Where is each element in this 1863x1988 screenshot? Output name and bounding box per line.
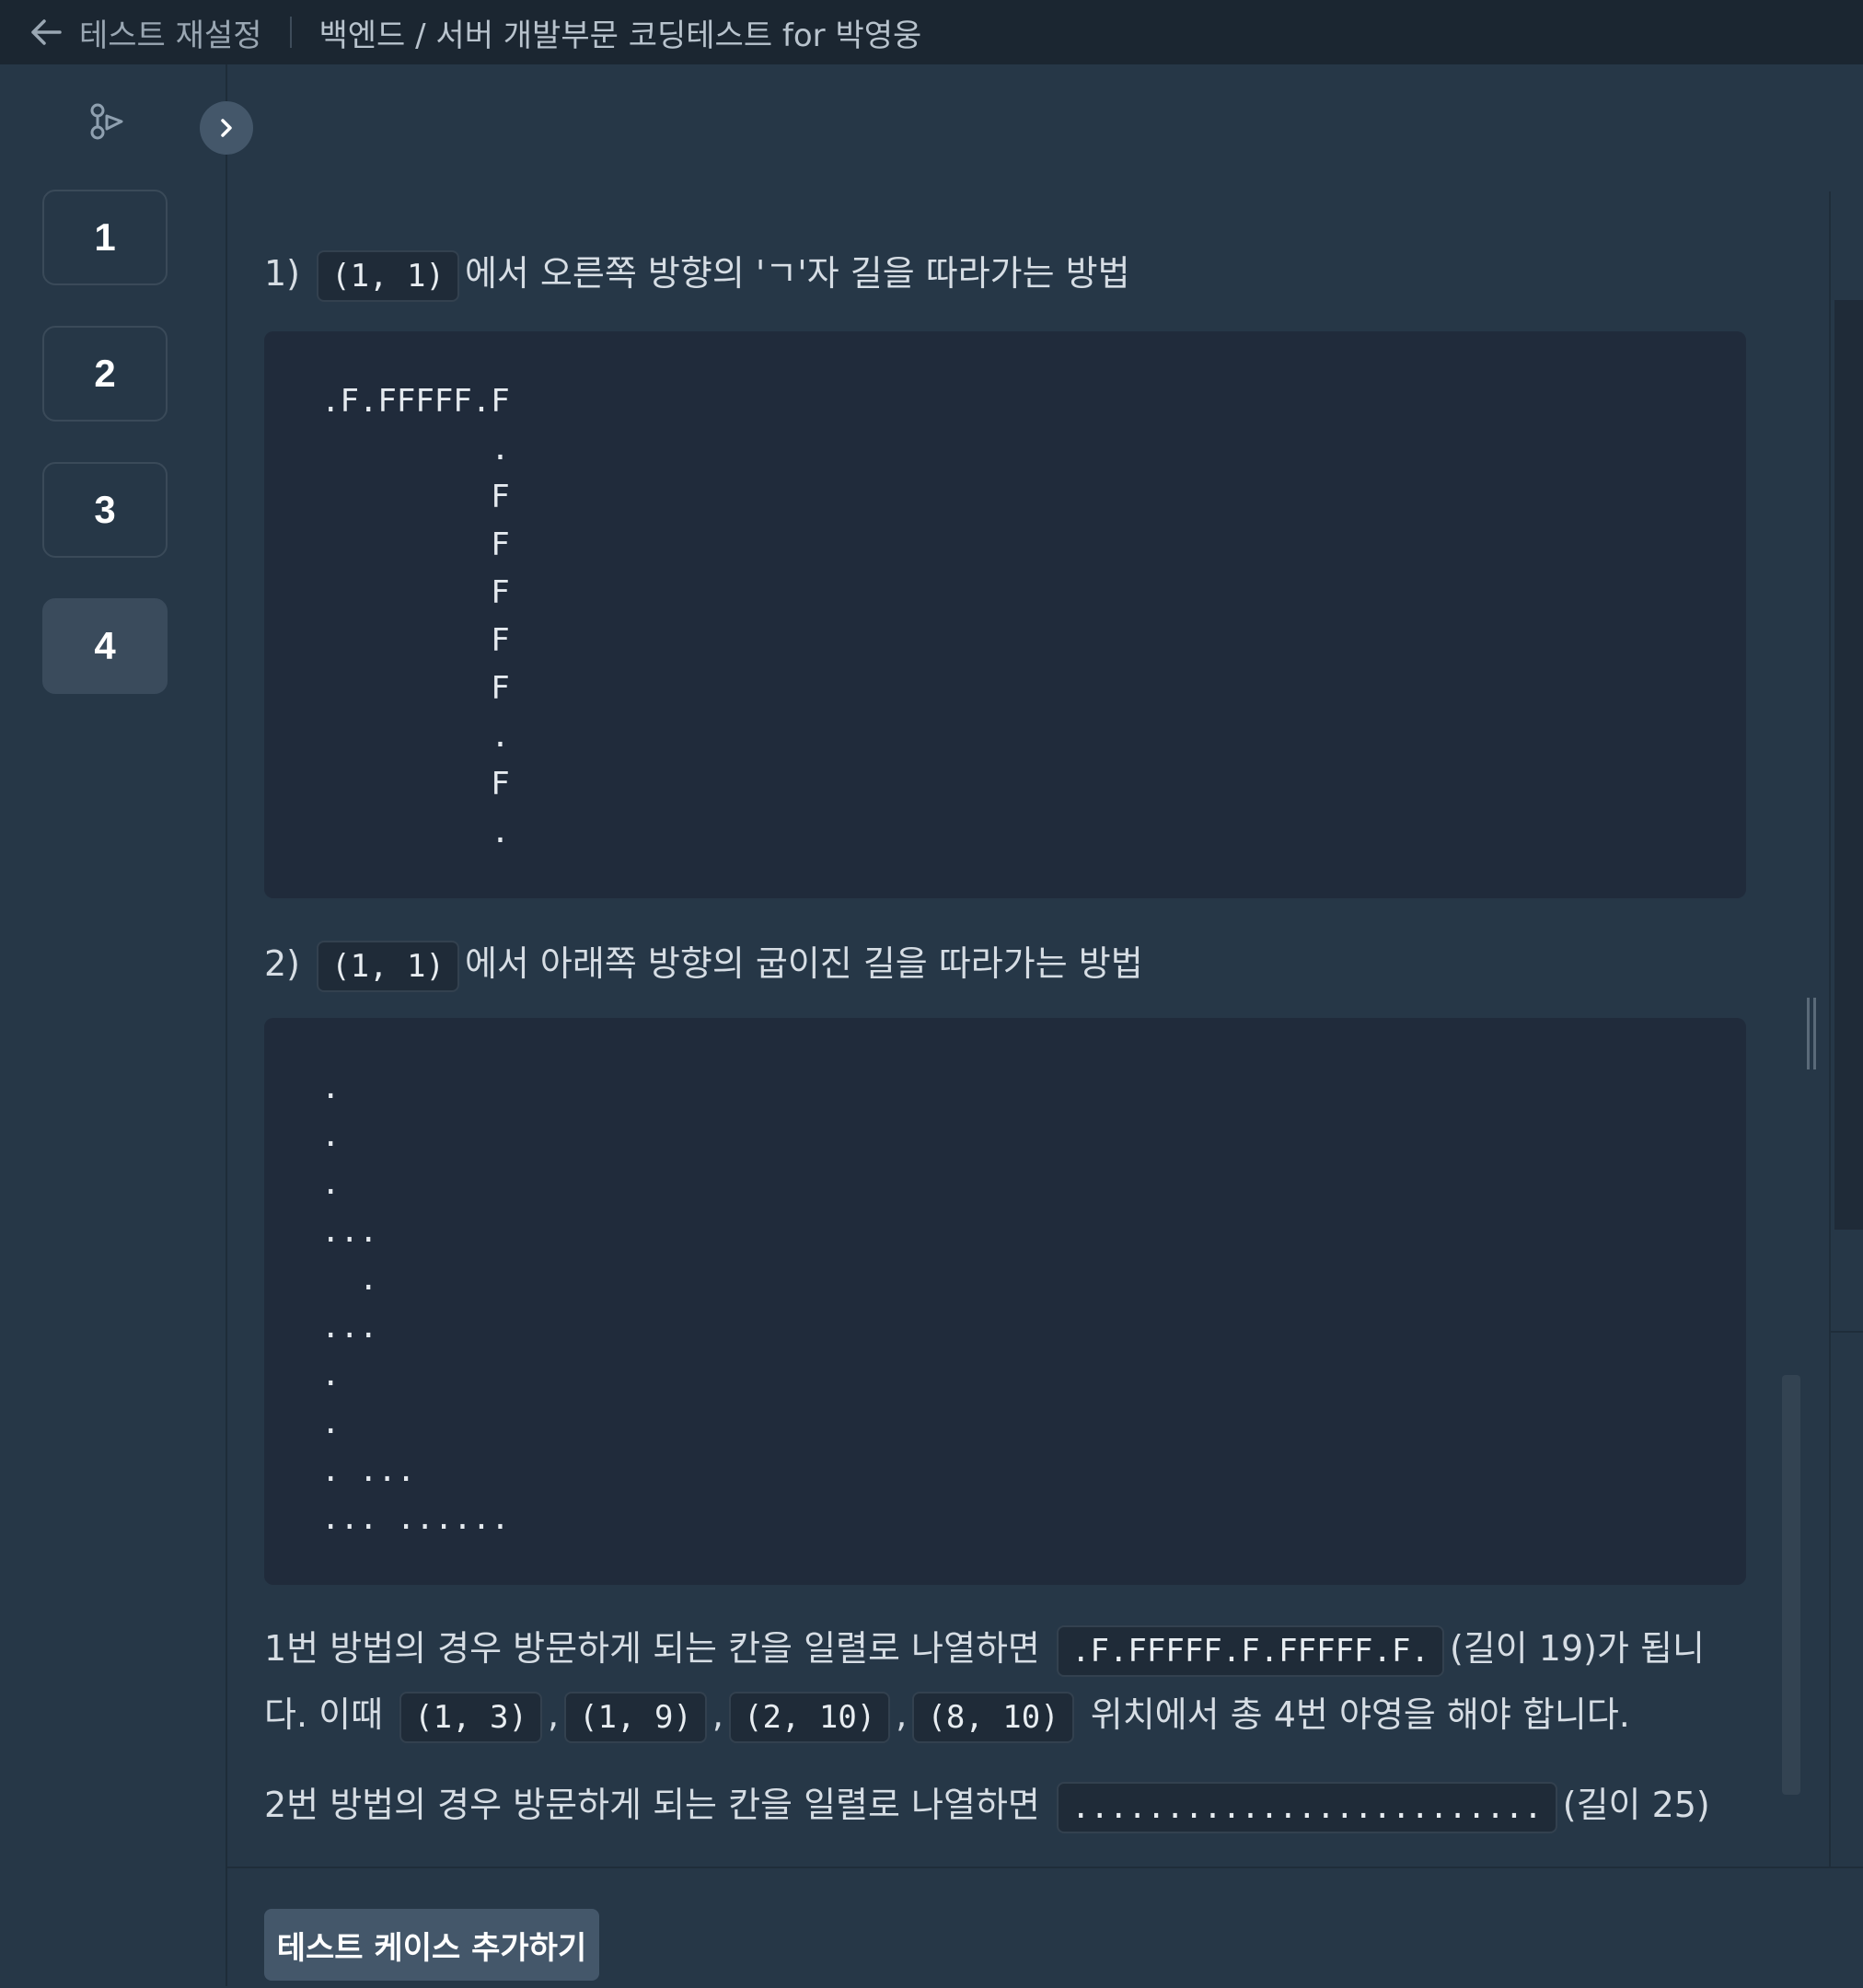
summary-text: 2번 방법의 경우 방문하게 되는 칸을 일렬로 나열하면: [264, 1785, 1040, 1825]
content-header: [227, 64, 1863, 193]
right-panel: [1829, 191, 1863, 1867]
question-3-button[interactable]: 3: [42, 462, 168, 558]
summary-text: 1번 방법의 경우 방문하게 되는 칸을 일렬로 나열하면: [264, 1628, 1040, 1669]
reset-test-link[interactable]: 테스트 재설정: [79, 10, 262, 55]
inline-code: .F.FFFFF.F.FFFFF.F.: [1057, 1624, 1444, 1677]
code-block-2: . . . ... . ... . . . ... ... ......: [264, 1018, 1746, 1585]
inline-code: (8, 10): [912, 1691, 1074, 1743]
add-testcase-button[interactable]: 테스트 케이스 추가하기: [264, 1909, 599, 1981]
inline-code: (2, 10): [728, 1691, 891, 1743]
inline-code: (1, 1): [317, 940, 459, 992]
problem-description: 1) (1, 1) 에서 오른쪽 방향의 'ㄱ'자 길을 따라가는 방법 .F.F…: [227, 191, 1829, 1867]
panel-resize-handle[interactable]: [1807, 998, 1818, 1069]
question-sidebar: 1 2 3 4: [0, 64, 227, 1986]
divider: [1831, 1331, 1863, 1333]
question-1-button[interactable]: 1: [42, 190, 168, 285]
bottom-bar: 테스트 케이스 추가하기: [227, 1867, 1863, 1988]
summary-text: (길이 25): [1562, 1785, 1710, 1825]
inline-code: (1, 9): [564, 1691, 707, 1743]
back-arrow-icon[interactable]: [29, 16, 63, 49]
summary-1-line-1: 1번 방법의 경우 방문하게 되는 칸을 일렬로 나열하면 .F.FFFFF.F…: [264, 1620, 1705, 1677]
method-2-text: 에서 아래쪽 방향의 굽이진 길을 따라가는 방법: [464, 943, 1143, 984]
method-1-line: 1) (1, 1) 에서 오른쪽 방향의 'ㄱ'자 길을 따라가는 방법: [264, 245, 1130, 302]
method-2-prefix: 2): [264, 943, 301, 984]
top-bar: 테스트 재설정 백엔드 / 서버 개발부문 코딩테스트 for 박영웅: [0, 0, 1863, 64]
expand-panel-button[interactable]: [200, 101, 253, 155]
code-block-2-text: . . . ... . ... . . . ... ... ......: [321, 1069, 510, 1537]
page-title: 백엔드 / 서버 개발부문 코딩테스트 for 박영웅: [318, 17, 922, 54]
summary-2-line-1: 2번 방법의 경우 방문하게 되는 칸을 일렬로 나열하면 ..........…: [264, 1776, 1710, 1833]
inline-code: (1, 1): [317, 249, 459, 302]
chevron-right-icon: [221, 119, 232, 137]
inline-code: .........................: [1057, 1781, 1557, 1833]
method-1-prefix: 1): [264, 253, 301, 294]
summary-1-line-2: 다. 이때 (1, 3), (1, 9), (2, 10), (8, 10) 위치에서…: [264, 1686, 1630, 1743]
code-block-1-text: .F.FFFFF.F . F F F F F . F .: [321, 383, 510, 850]
summary-text: (길이 19)가 됩니: [1449, 1628, 1705, 1669]
tree-icon[interactable]: [87, 101, 129, 144]
summary-text: 다. 이때: [264, 1694, 384, 1735]
question-2-button[interactable]: 2: [42, 326, 168, 422]
method-1-text: 에서 오른쪽 방향의 'ㄱ'자 길을 따라가는 방법: [464, 253, 1130, 294]
right-panel-scroll-track[interactable]: [1834, 300, 1863, 1230]
divider: [289, 17, 292, 48]
inline-code: (1, 3): [399, 1691, 542, 1743]
question-4-button[interactable]: 4: [42, 598, 168, 694]
summary-text: 위치에서 총 4번 야영을 해야 합니다.: [1090, 1694, 1630, 1735]
method-2-line: 2) (1, 1) 에서 아래쪽 방향의 굽이진 길을 따라가는 방법: [264, 935, 1143, 992]
vertical-scrollbar[interactable]: [1782, 1375, 1800, 1795]
code-block-1: .F.FFFFF.F . F F F F F . F .: [264, 331, 1746, 898]
